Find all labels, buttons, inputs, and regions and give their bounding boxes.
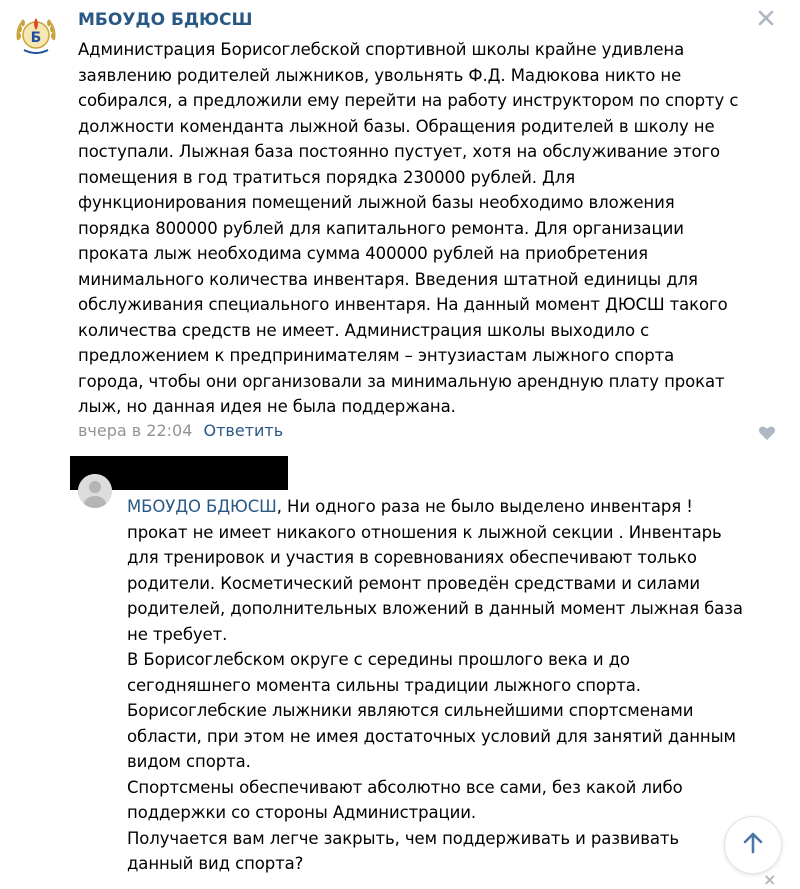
post-author[interactable]: МБОУДО БДЮСШ — [78, 10, 252, 30]
arrow-up-icon — [742, 831, 764, 859]
reply-mention[interactable]: МБОУДО БДЮСШ — [127, 497, 277, 516]
reply-link[interactable]: Ответить — [204, 421, 284, 440]
reply-text: МБОУДО БДЮСШ, Ни одного раза не было выд… — [127, 494, 777, 877]
post-meta: вчера в 22:04 Ответить — [78, 421, 283, 440]
svg-text:Б: Б — [31, 30, 42, 46]
post-timestamp[interactable]: вчера в 22:04 — [78, 421, 192, 440]
scroll-up-button[interactable] — [724, 816, 782, 874]
author-avatar[interactable]: Б — [12, 10, 60, 58]
reply-message: , Ни одного раза не было выделено инвент… — [127, 497, 743, 873]
reply-avatar[interactable] — [78, 474, 112, 508]
close-icon[interactable] — [752, 6, 780, 34]
post-text: Администрация Борисоглебской спортивной … — [78, 40, 739, 416]
bottom-close-icon[interactable]: × — [763, 870, 776, 889]
heart-icon[interactable] — [757, 423, 777, 443]
